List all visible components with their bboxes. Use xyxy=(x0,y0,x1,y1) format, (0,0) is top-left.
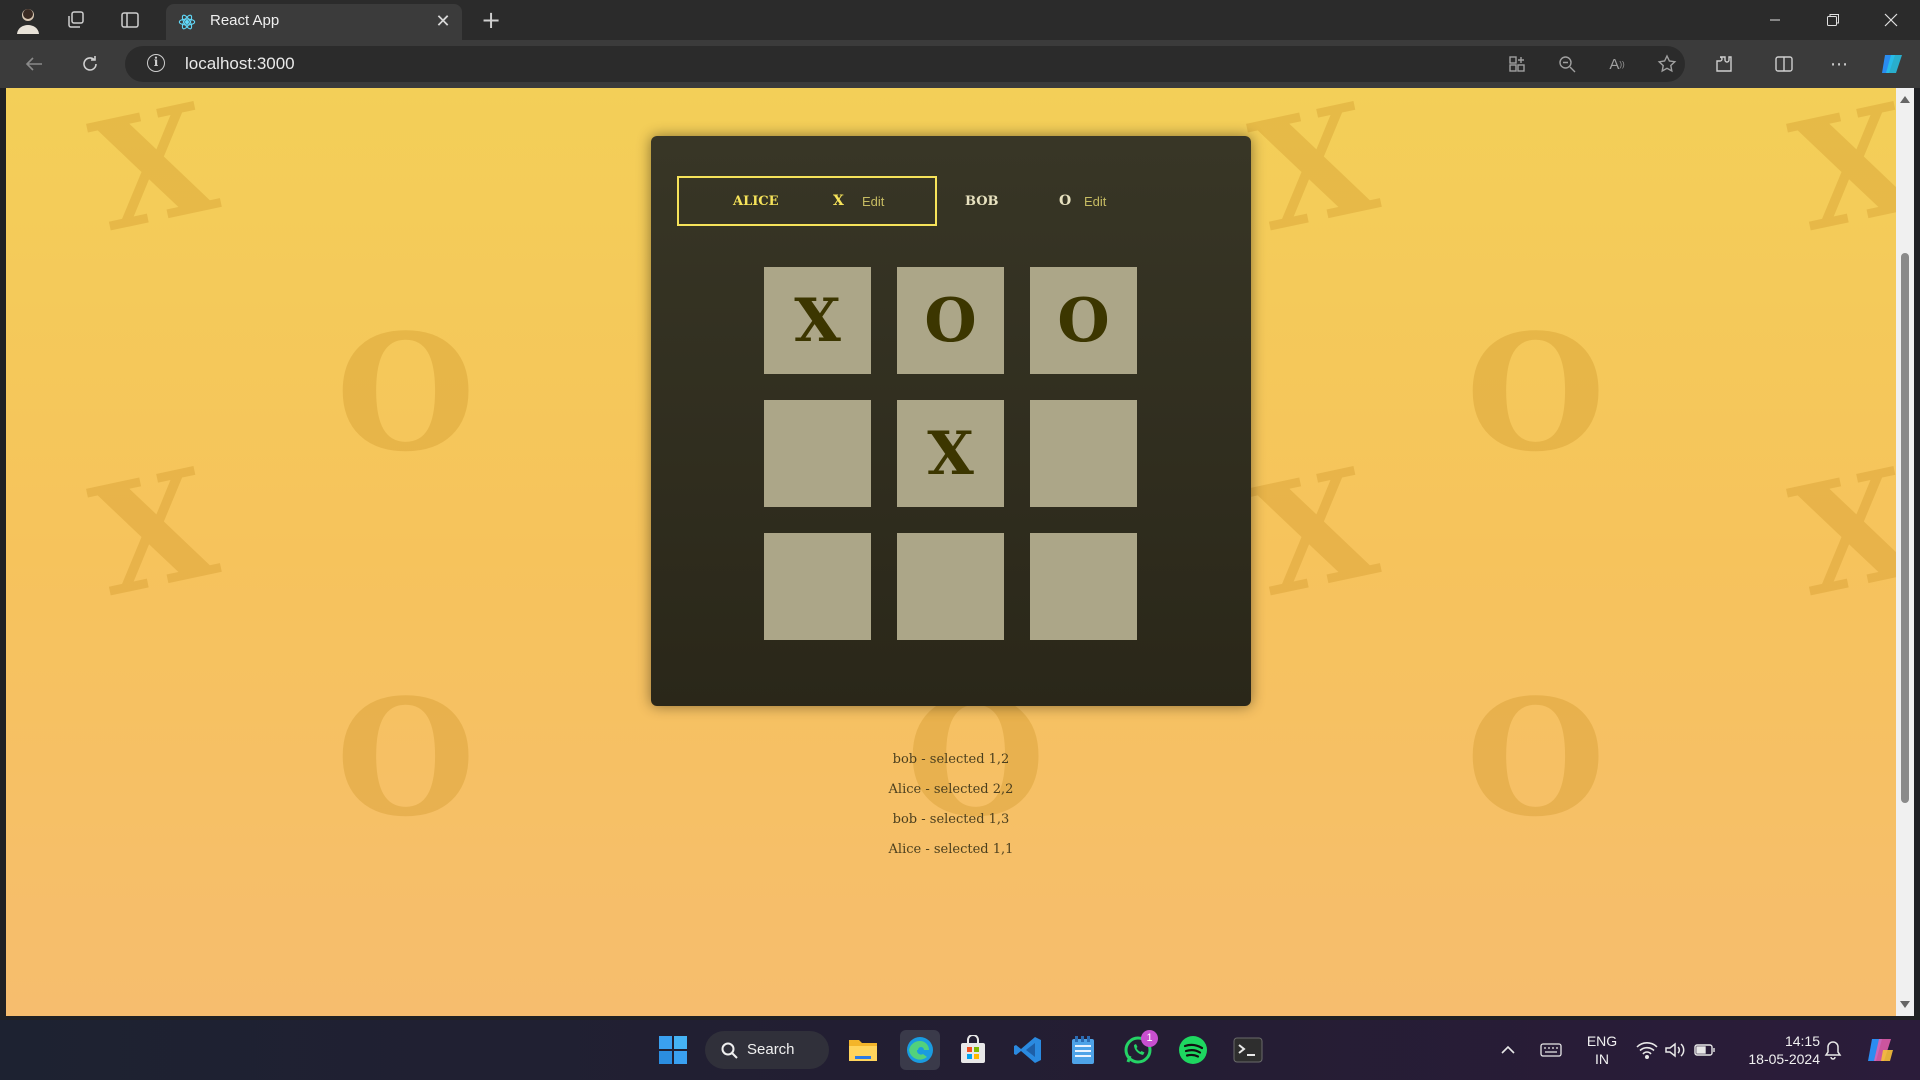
board-cell[interactable] xyxy=(764,533,871,640)
windows-start-icon[interactable] xyxy=(655,1032,691,1068)
board-cell[interactable] xyxy=(1030,400,1137,507)
browser-tab[interactable]: React App ✕ xyxy=(166,4,462,40)
show-hidden-icons-chevron-icon[interactable] xyxy=(1495,1032,1521,1068)
workspaces-icon[interactable] xyxy=(64,8,88,32)
region-label: IN xyxy=(1595,1051,1609,1067)
board-cell[interactable] xyxy=(897,533,1004,640)
address-bar[interactable]: i localhost:3000 A)) xyxy=(125,46,1685,82)
game-container: ALICE X Edit BOB O Edit X O O X xyxy=(651,136,1251,706)
spotify-icon[interactable] xyxy=(1175,1032,1211,1068)
scroll-down-arrow-icon[interactable] xyxy=(1900,1001,1910,1008)
split-screen-icon[interactable] xyxy=(1772,52,1796,76)
scroll-thumb[interactable] xyxy=(1901,253,1909,803)
log-item: Alice - selected 1,1 xyxy=(888,842,1014,857)
clock-time: 14:15 xyxy=(1784,1033,1820,1049)
close-window-icon[interactable] xyxy=(1876,6,1906,34)
notepad-icon[interactable] xyxy=(1065,1032,1101,1068)
tab-title: React App xyxy=(210,12,280,29)
clock[interactable]: 14:15 18-05-2024 xyxy=(1730,1032,1820,1068)
player-symbol: O xyxy=(1059,193,1072,209)
background-o-mark: O xyxy=(336,299,476,487)
read-aloud-icon[interactable]: A)) xyxy=(1605,52,1629,76)
whatsapp-notification-badge: 1 xyxy=(1141,1030,1158,1047)
close-tab-icon[interactable]: ✕ xyxy=(432,10,454,32)
board-cell[interactable]: X xyxy=(764,267,871,374)
page-viewport: X X X O O X X X O O O ALICE X Edit BOB O… xyxy=(6,88,1896,1016)
edit-player-button[interactable]: Edit xyxy=(862,194,884,209)
scroll-up-arrow-icon[interactable] xyxy=(1900,96,1910,103)
log-item: Alice - selected 2,2 xyxy=(888,782,1014,797)
taskbar-search[interactable]: Search xyxy=(705,1031,829,1069)
player-name: ALICE xyxy=(733,193,779,209)
profile-avatar[interactable] xyxy=(12,4,44,36)
search-label: Search xyxy=(747,1041,795,1058)
player-alice: ALICE X Edit xyxy=(677,176,937,226)
back-icon[interactable] xyxy=(20,50,48,78)
search-icon xyxy=(721,1042,738,1059)
microsoft-store-icon[interactable] xyxy=(955,1032,991,1068)
board-cell[interactable] xyxy=(1030,533,1137,640)
player-bob: BOB O Edit xyxy=(965,176,1225,226)
extensions-icon[interactable] xyxy=(1712,52,1736,76)
wifi-icon[interactable] xyxy=(1632,1032,1662,1068)
background-x-mark: X xyxy=(1778,88,1896,267)
favorite-star-icon[interactable] xyxy=(1655,52,1679,76)
game-board: X O O X xyxy=(764,267,1138,641)
clock-date: 18-05-2024 xyxy=(1748,1051,1820,1067)
app-available-icon[interactable] xyxy=(1505,52,1529,76)
player-name: BOB xyxy=(965,193,999,209)
file-explorer-icon[interactable] xyxy=(845,1032,881,1068)
language-indicator[interactable]: ENG IN xyxy=(1582,1032,1622,1068)
background-x-mark: X xyxy=(1238,434,1390,632)
tab-actions-icon[interactable] xyxy=(118,8,142,32)
terminal-icon[interactable] xyxy=(1230,1032,1266,1068)
background-o-mark: O xyxy=(1466,299,1606,487)
restore-icon[interactable] xyxy=(1818,6,1848,34)
log-item: bob - selected 1,3 xyxy=(892,812,1010,827)
volume-icon[interactable] xyxy=(1660,1032,1690,1068)
site-info-icon[interactable]: i xyxy=(147,54,165,72)
background-x-mark: X xyxy=(1238,88,1390,267)
background-x-mark: X xyxy=(78,88,230,267)
board-cell[interactable]: X xyxy=(897,400,1004,507)
react-icon xyxy=(178,14,196,30)
keyboard-icon[interactable] xyxy=(1536,1032,1566,1068)
more-options-icon[interactable]: ⋯ xyxy=(1826,52,1852,76)
board-cell[interactable] xyxy=(764,400,871,507)
copilot-icon[interactable] xyxy=(1878,50,1906,78)
vscode-icon[interactable] xyxy=(1010,1032,1046,1068)
edge-browser-icon[interactable] xyxy=(900,1030,940,1070)
page-scrollbar[interactable] xyxy=(1896,88,1914,1016)
background-x-mark: X xyxy=(1778,434,1896,632)
board-cell[interactable]: O xyxy=(897,267,1004,374)
move-log: bob - selected 1,2 Alice - selected 2,2 … xyxy=(6,745,1896,865)
language-label: ENG xyxy=(1586,1033,1618,1049)
board-cell[interactable]: O xyxy=(1030,267,1137,374)
log-item: bob - selected 1,2 xyxy=(892,752,1010,767)
background-x-mark: X xyxy=(78,434,230,632)
player-symbol: X xyxy=(833,193,844,209)
address-url[interactable]: localhost:3000 xyxy=(185,54,295,74)
battery-icon[interactable] xyxy=(1690,1032,1720,1068)
new-tab-icon[interactable]: + xyxy=(478,6,504,34)
refresh-icon[interactable] xyxy=(76,50,104,78)
notification-bell-icon[interactable] xyxy=(1818,1032,1848,1068)
browser-title-bar: React App ✕ + xyxy=(0,0,1920,40)
minimize-icon[interactable] xyxy=(1760,6,1790,34)
edit-player-button[interactable]: Edit xyxy=(1084,194,1106,209)
copilot-taskbar-icon[interactable] xyxy=(1862,1032,1898,1068)
zoom-out-icon[interactable] xyxy=(1555,52,1579,76)
